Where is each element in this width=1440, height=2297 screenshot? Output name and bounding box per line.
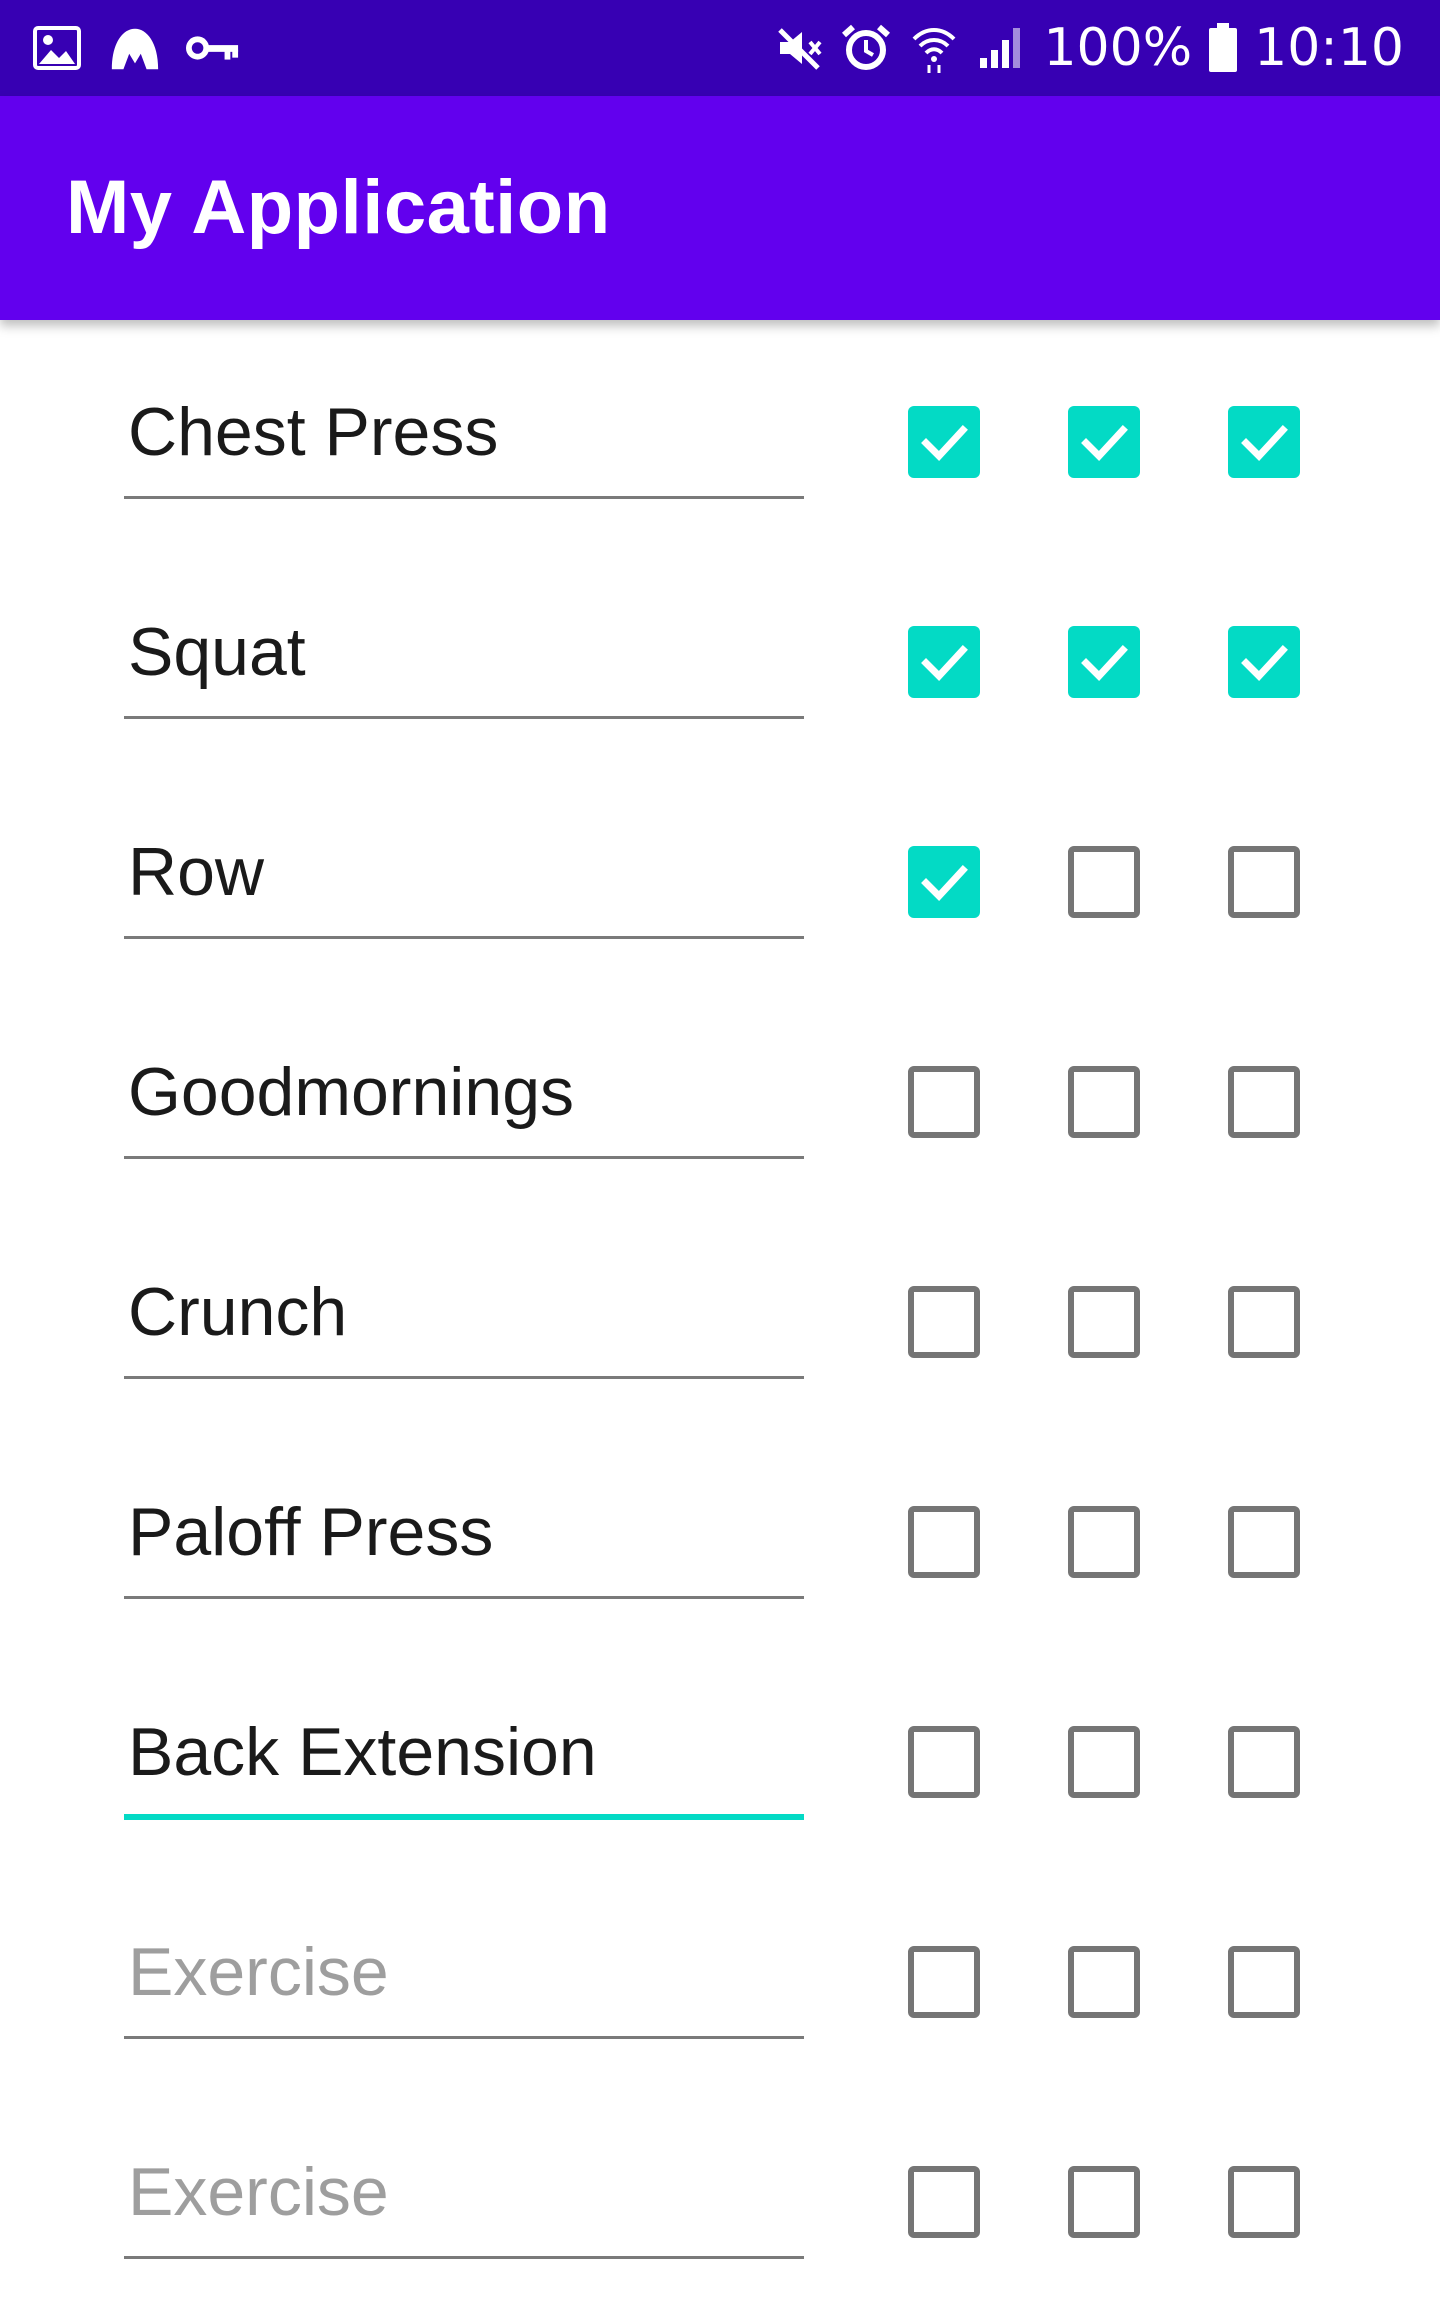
set-checkbox-3[interactable] bbox=[1228, 1286, 1300, 1358]
battery-percentage: 100% bbox=[1043, 18, 1193, 78]
image-icon bbox=[30, 21, 84, 75]
checkmark-icon bbox=[1077, 415, 1131, 469]
set-checkbox-2[interactable] bbox=[1068, 1506, 1140, 1578]
clock: 10:10 bbox=[1254, 18, 1404, 78]
exercise-input[interactable] bbox=[124, 2132, 804, 2252]
exercise-input[interactable] bbox=[124, 1912, 804, 2032]
exercise-field bbox=[124, 1032, 804, 1182]
set-checkbox-1[interactable] bbox=[908, 2166, 980, 2238]
exercise-row bbox=[0, 372, 1440, 522]
key-icon bbox=[186, 21, 240, 75]
vpn-hat-icon bbox=[108, 21, 162, 75]
set-checkbox-2[interactable] bbox=[1068, 1726, 1140, 1798]
input-underline bbox=[124, 1156, 804, 1159]
set-checkbox-1[interactable] bbox=[908, 1726, 980, 1798]
checkmark-icon bbox=[1237, 415, 1291, 469]
set-checkbox-3[interactable] bbox=[1228, 846, 1300, 918]
set-checkbox-3[interactable] bbox=[1228, 2166, 1300, 2238]
checkmark-icon bbox=[1077, 635, 1131, 689]
set-checkbox-1[interactable] bbox=[908, 406, 980, 478]
exercise-field bbox=[124, 1472, 804, 1622]
wifi-icon bbox=[907, 21, 961, 75]
set-checkbox-1[interactable] bbox=[908, 1506, 980, 1578]
input-underline bbox=[124, 1596, 804, 1599]
input-underline bbox=[124, 936, 804, 939]
checkmark-icon bbox=[917, 635, 971, 689]
exercise-input[interactable] bbox=[124, 812, 804, 932]
set-checkbox-2[interactable] bbox=[1068, 846, 1140, 918]
mute-icon bbox=[771, 21, 825, 75]
exercise-field bbox=[124, 592, 804, 742]
signal-icon bbox=[975, 21, 1029, 75]
checkmark-icon bbox=[917, 415, 971, 469]
set-checkbox-2[interactable] bbox=[1068, 1066, 1140, 1138]
set-checkbox-2[interactable] bbox=[1068, 1946, 1140, 2018]
exercise-row bbox=[0, 2132, 1440, 2282]
input-underline bbox=[124, 1376, 804, 1379]
exercise-field bbox=[124, 1252, 804, 1402]
exercise-field bbox=[124, 372, 804, 522]
set-checkbox-2[interactable] bbox=[1068, 2166, 1140, 2238]
set-checkbox-2[interactable] bbox=[1068, 1286, 1140, 1358]
exercise-field bbox=[124, 1912, 804, 2062]
set-checkbox-2[interactable] bbox=[1068, 626, 1140, 698]
set-checkbox-3[interactable] bbox=[1228, 626, 1300, 698]
checkmark-icon bbox=[1237, 635, 1291, 689]
exercise-input[interactable] bbox=[124, 1252, 804, 1372]
exercise-input[interactable] bbox=[124, 1032, 804, 1152]
set-checkbox-3[interactable] bbox=[1228, 1066, 1300, 1138]
exercise-input[interactable] bbox=[124, 592, 804, 712]
input-underline bbox=[124, 2256, 804, 2259]
exercise-row bbox=[0, 812, 1440, 962]
exercise-row bbox=[0, 1252, 1440, 1402]
exercise-input[interactable] bbox=[124, 1692, 804, 1812]
status-bar: 100% 10:10 bbox=[0, 0, 1440, 96]
exercise-field bbox=[124, 2132, 804, 2282]
app-bar: My Application bbox=[0, 96, 1440, 320]
battery-icon bbox=[1206, 21, 1240, 75]
set-checkbox-1[interactable] bbox=[908, 846, 980, 918]
exercise-field bbox=[124, 1692, 804, 1842]
alarm-icon bbox=[839, 21, 893, 75]
set-checkbox-3[interactable] bbox=[1228, 406, 1300, 478]
exercise-row bbox=[0, 1032, 1440, 1182]
input-underline bbox=[124, 2036, 804, 2039]
input-underline bbox=[124, 1814, 804, 1820]
exercise-field bbox=[124, 812, 804, 962]
set-checkbox-3[interactable] bbox=[1228, 1946, 1300, 2018]
set-checkbox-1[interactable] bbox=[908, 626, 980, 698]
set-checkbox-1[interactable] bbox=[908, 1946, 980, 2018]
set-checkbox-2[interactable] bbox=[1068, 406, 1140, 478]
exercise-input[interactable] bbox=[124, 372, 804, 492]
set-checkbox-3[interactable] bbox=[1228, 1726, 1300, 1798]
app-title: My Application bbox=[66, 165, 611, 250]
exercise-row bbox=[0, 1692, 1440, 1842]
input-underline bbox=[124, 496, 804, 499]
set-checkbox-1[interactable] bbox=[908, 1066, 980, 1138]
exercise-row bbox=[0, 1912, 1440, 2062]
set-checkbox-1[interactable] bbox=[908, 1286, 980, 1358]
set-checkbox-3[interactable] bbox=[1228, 1506, 1300, 1578]
exercise-input[interactable] bbox=[124, 1472, 804, 1592]
checkmark-icon bbox=[917, 855, 971, 909]
input-underline bbox=[124, 716, 804, 719]
exercise-row bbox=[0, 1472, 1440, 1622]
exercise-row bbox=[0, 592, 1440, 742]
